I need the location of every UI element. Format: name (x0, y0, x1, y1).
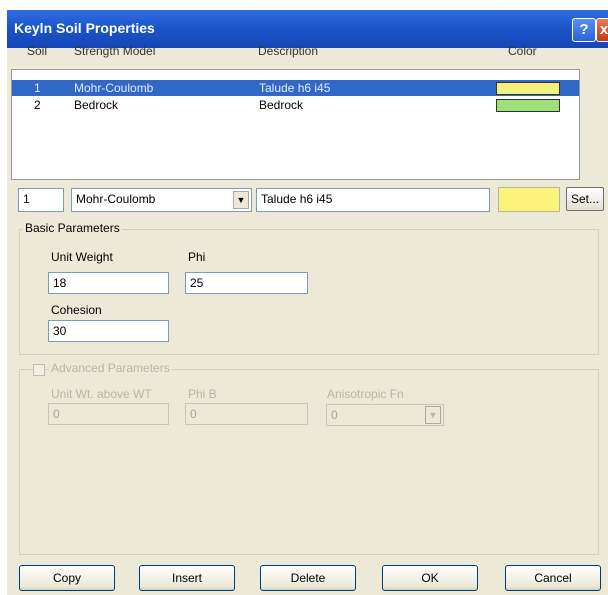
cohesion-label: Cohesion (51, 303, 102, 317)
phi-label: Phi (188, 250, 206, 264)
row-model: Bedrock (74, 98, 119, 112)
description-field[interactable]: Talude h6 i45 (256, 188, 490, 212)
column-header-soil[interactable]: Soil (27, 44, 47, 58)
help-button[interactable]: ? (572, 18, 596, 42)
insert-button[interactable]: Insert (139, 565, 235, 591)
phi-field[interactable]: 25 (185, 272, 308, 294)
soil-list[interactable]: 1 Mohr-Coulomb Talude h6 i45 2 Bedrock B… (11, 69, 580, 180)
window-title: Keyln Soil Properties (14, 20, 155, 36)
set-color-button[interactable]: Set... (566, 187, 604, 211)
color-preview (498, 187, 560, 212)
basic-parameters-title: Basic Parameters (23, 221, 122, 235)
cohesion-field[interactable]: 30 (48, 320, 169, 342)
row-soil: 2 (34, 98, 41, 112)
row-description: Talude h6 i45 (259, 81, 331, 95)
column-header-color[interactable]: Color (508, 44, 537, 58)
row-color-swatch (496, 99, 560, 112)
unit-wt-above-wt-field[interactable]: 0 (48, 403, 169, 425)
unit-weight-field[interactable]: 18 (48, 272, 169, 294)
cancel-button[interactable]: Cancel (505, 565, 601, 591)
row-model: Mohr-Coulomb (74, 81, 154, 95)
phi-b-label: Phi B (188, 387, 217, 401)
anisotropic-fn-label: Anisotropic Fn (327, 387, 404, 401)
row-color-swatch (496, 82, 560, 95)
table-row[interactable]: 1 Mohr-Coulomb Talude h6 i45 (12, 80, 579, 96)
unit-wt-above-wt-label: Unit Wt. above WT (51, 387, 152, 401)
phi-b-field[interactable]: 0 (185, 403, 308, 425)
copy-button[interactable]: Copy (19, 565, 115, 591)
column-header-description[interactable]: Description (258, 44, 318, 58)
column-header-strength-model[interactable]: Strength Model (74, 44, 155, 58)
table-row[interactable]: 2 Bedrock Bedrock (12, 97, 579, 113)
title-bar[interactable]: Keyln Soil Properties ? x (7, 10, 608, 48)
ok-button[interactable]: OK (382, 565, 478, 591)
chevron-down-icon[interactable]: ▼ (233, 191, 249, 209)
unit-weight-label: Unit Weight (51, 250, 113, 264)
row-soil: 1 (34, 81, 41, 95)
row-description: Bedrock (259, 98, 304, 112)
soil-number-field[interactable]: 1 (18, 188, 64, 212)
chevron-down-icon[interactable]: ▼ (425, 406, 441, 424)
delete-button[interactable]: Delete (260, 565, 356, 591)
advanced-parameters-title: Advanced Parameters (49, 361, 172, 375)
close-button[interactable]: x (596, 18, 608, 42)
advanced-parameters-checkbox[interactable] (33, 364, 45, 376)
strength-model-select[interactable]: Mohr-Coulomb (71, 188, 252, 212)
